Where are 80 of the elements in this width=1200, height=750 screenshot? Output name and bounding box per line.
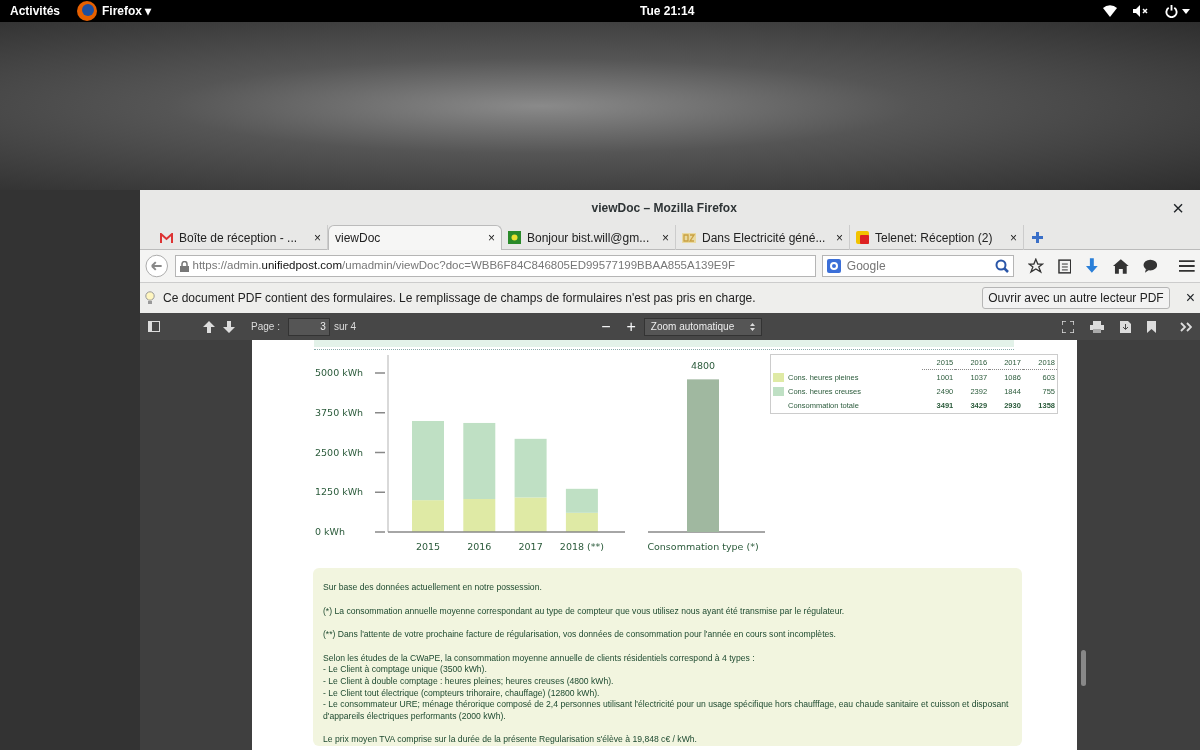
- axis-label: 5000 kWh: [315, 367, 364, 378]
- clipboard-icon[interactable]: [1057, 258, 1072, 274]
- note-text: (**) Dans l'attente de votre prochaine facture de régularisation, vos données de consommation pour l'année en cours sont incomplètes.: [323, 629, 836, 640]
- lightbulb-icon: [145, 291, 155, 305]
- zoom-out-button[interactable]: −: [601, 318, 611, 335]
- axis-label: 2500 kWh: [315, 446, 364, 458]
- close-button[interactable]: ×: [662, 228, 669, 247]
- clock[interactable]: Tue 21:14: [559, 2, 695, 20]
- fullscreen-icon[interactable]: [1062, 320, 1074, 333]
- close-button[interactable]: ×: [488, 229, 495, 247]
- menu-icon[interactable]: [1179, 259, 1195, 273]
- updown-icon: [750, 322, 756, 331]
- volume-icon[interactable]: [1133, 5, 1149, 17]
- axis-label: 2018 (**): [559, 541, 604, 552]
- axis-label: 1250 kWh: [315, 486, 364, 498]
- close-button[interactable]: ×: [314, 228, 321, 247]
- axis-label: 2015: [415, 541, 441, 552]
- notification-text: Ce document PDF contient des formulaires. Le remplissage de champs de formulaires n'est pas pris en charge.: [163, 290, 757, 307]
- star-square-icon: [508, 231, 521, 244]
- window-title: viewDoc – Mozilla Firefox: [590, 199, 738, 217]
- axis-label: Consommation type (*): [647, 541, 759, 552]
- print-icon[interactable]: [1090, 320, 1104, 333]
- new-tab-icon[interactable]: [1032, 231, 1043, 243]
- close-button[interactable]: ×: [836, 228, 843, 247]
- tick-mark: [374, 451, 386, 454]
- note-text: Le prix moyen TVA comprise sur la durée de la présente Regularisation s'élève à 19,848 c€ / kWh.: [323, 734, 697, 745]
- note-text: - Le Client à comptage unique (3500 kWh).: [323, 664, 487, 675]
- scrollbar[interactable]: [1081, 650, 1086, 686]
- search-box[interactable]: Google: [821, 255, 1014, 277]
- axis-label: 2016: [467, 541, 492, 552]
- logo-icon: [682, 232, 696, 243]
- note-text: Sur base des données actuellement en notre possession.: [323, 582, 542, 592]
- close-button[interactable]: ×: [1010, 228, 1017, 247]
- note-text: - Le Client à double comptage : heures pleines; heures creuses (4800 kWh).: [323, 675, 614, 686]
- search-icon[interactable]: [994, 259, 1009, 273]
- badge-icon: [856, 231, 869, 244]
- note-text: - Le consommateur URE; ménage thérorique composé de 2,4 personnes utilisant l'électricité pour un usage spécifique hors chaufffage, eau chaude sanitaire et cuisson et disposant d'appareils électriques performants (2000 kWh).: [323, 699, 1009, 721]
- note-text: - Le Client tout électrique (compteurs trihoraire, chauffage) (12800 kWh).: [323, 687, 600, 698]
- axis-label: 3750 kWh: [315, 406, 364, 418]
- page-field[interactable]: 3: [287, 317, 330, 336]
- bookmark-icon[interactable]: [1147, 320, 1156, 333]
- app-menu[interactable]: Firefox ▾: [102, 2, 152, 20]
- page-label: Page :: [251, 320, 280, 334]
- star-icon[interactable]: [1027, 258, 1044, 274]
- axis-label: 0 kWh: [315, 526, 345, 537]
- caret-icon[interactable]: [1182, 8, 1190, 14]
- note-text: Selon les études de la CWaPE, la consommation moyenne annuelle de clients résidentiels correspond à 4 types :: [323, 652, 755, 663]
- open-with-button[interactable]: Ouvrir avec un autre lecteur PDF: [982, 287, 1170, 309]
- up-arrow-icon[interactable]: [203, 320, 215, 333]
- zoom-in-button[interactable]: +: [626, 318, 636, 335]
- bar-segment: [565, 512, 598, 532]
- home-icon[interactable]: [1113, 258, 1129, 274]
- page-count: sur 4: [333, 320, 357, 334]
- browser-tab[interactable]: viewDoc ×: [328, 225, 502, 250]
- axis-label: 2017: [518, 541, 543, 552]
- back-button[interactable]: [145, 254, 169, 278]
- down-arrow-icon[interactable]: [223, 320, 235, 333]
- activities-button[interactable]: Activités: [10, 2, 61, 20]
- close-button[interactable]: ×: [1172, 197, 1184, 218]
- google-icon[interactable]: [826, 259, 841, 273]
- chevron-icon[interactable]: [1180, 321, 1192, 332]
- address-field[interactable]: https://admin.unifiedpost.com/umadmin/viewDoc?doc=WBB6F84C846805ED99577199BBAA855A139E9F: [174, 255, 816, 277]
- data-label: 4800: [690, 360, 716, 372]
- close-button[interactable]: ×: [1185, 290, 1195, 306]
- download-icon[interactable]: [1085, 258, 1099, 274]
- zoom-select[interactable]: Zoom automatique: [643, 317, 763, 336]
- save-icon[interactable]: [1120, 320, 1131, 333]
- power-icon[interactable]: [1165, 4, 1178, 18]
- lock-icon: [179, 260, 189, 272]
- bar-segment: [565, 488, 598, 513]
- tick-mark: [374, 491, 386, 493]
- note-text: (*) La consommation annuelle moyenne correspondant au type de compteur que vous utilisez nous ayant été transmise par le régulateur.: [323, 605, 845, 616]
- tick-mark: [374, 531, 386, 533]
- tick-mark: [374, 412, 386, 414]
- chat-icon[interactable]: [1142, 259, 1158, 273]
- tick-mark: [374, 372, 386, 374]
- firefox-icon[interactable]: [76, 0, 99, 22]
- mail-icon: [160, 232, 173, 243]
- wifi-icon[interactable]: [1103, 5, 1117, 17]
- sidebar-toggle-icon[interactable]: [148, 321, 160, 332]
